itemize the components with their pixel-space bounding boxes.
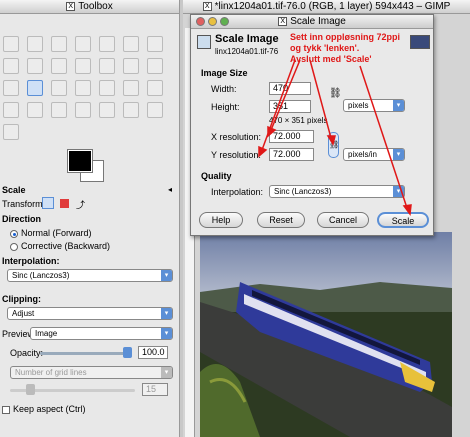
arrowhead-y-resolution xyxy=(258,145,268,158)
arrow-x-resolution xyxy=(270,59,301,131)
arrow-y-resolution xyxy=(261,59,296,151)
arrowhead-chain xyxy=(326,135,336,146)
arrowhead-scale-button xyxy=(402,204,412,216)
arrow-chain xyxy=(309,59,332,139)
arrow-scale-button xyxy=(359,65,408,209)
annotation-arrows xyxy=(258,59,412,216)
